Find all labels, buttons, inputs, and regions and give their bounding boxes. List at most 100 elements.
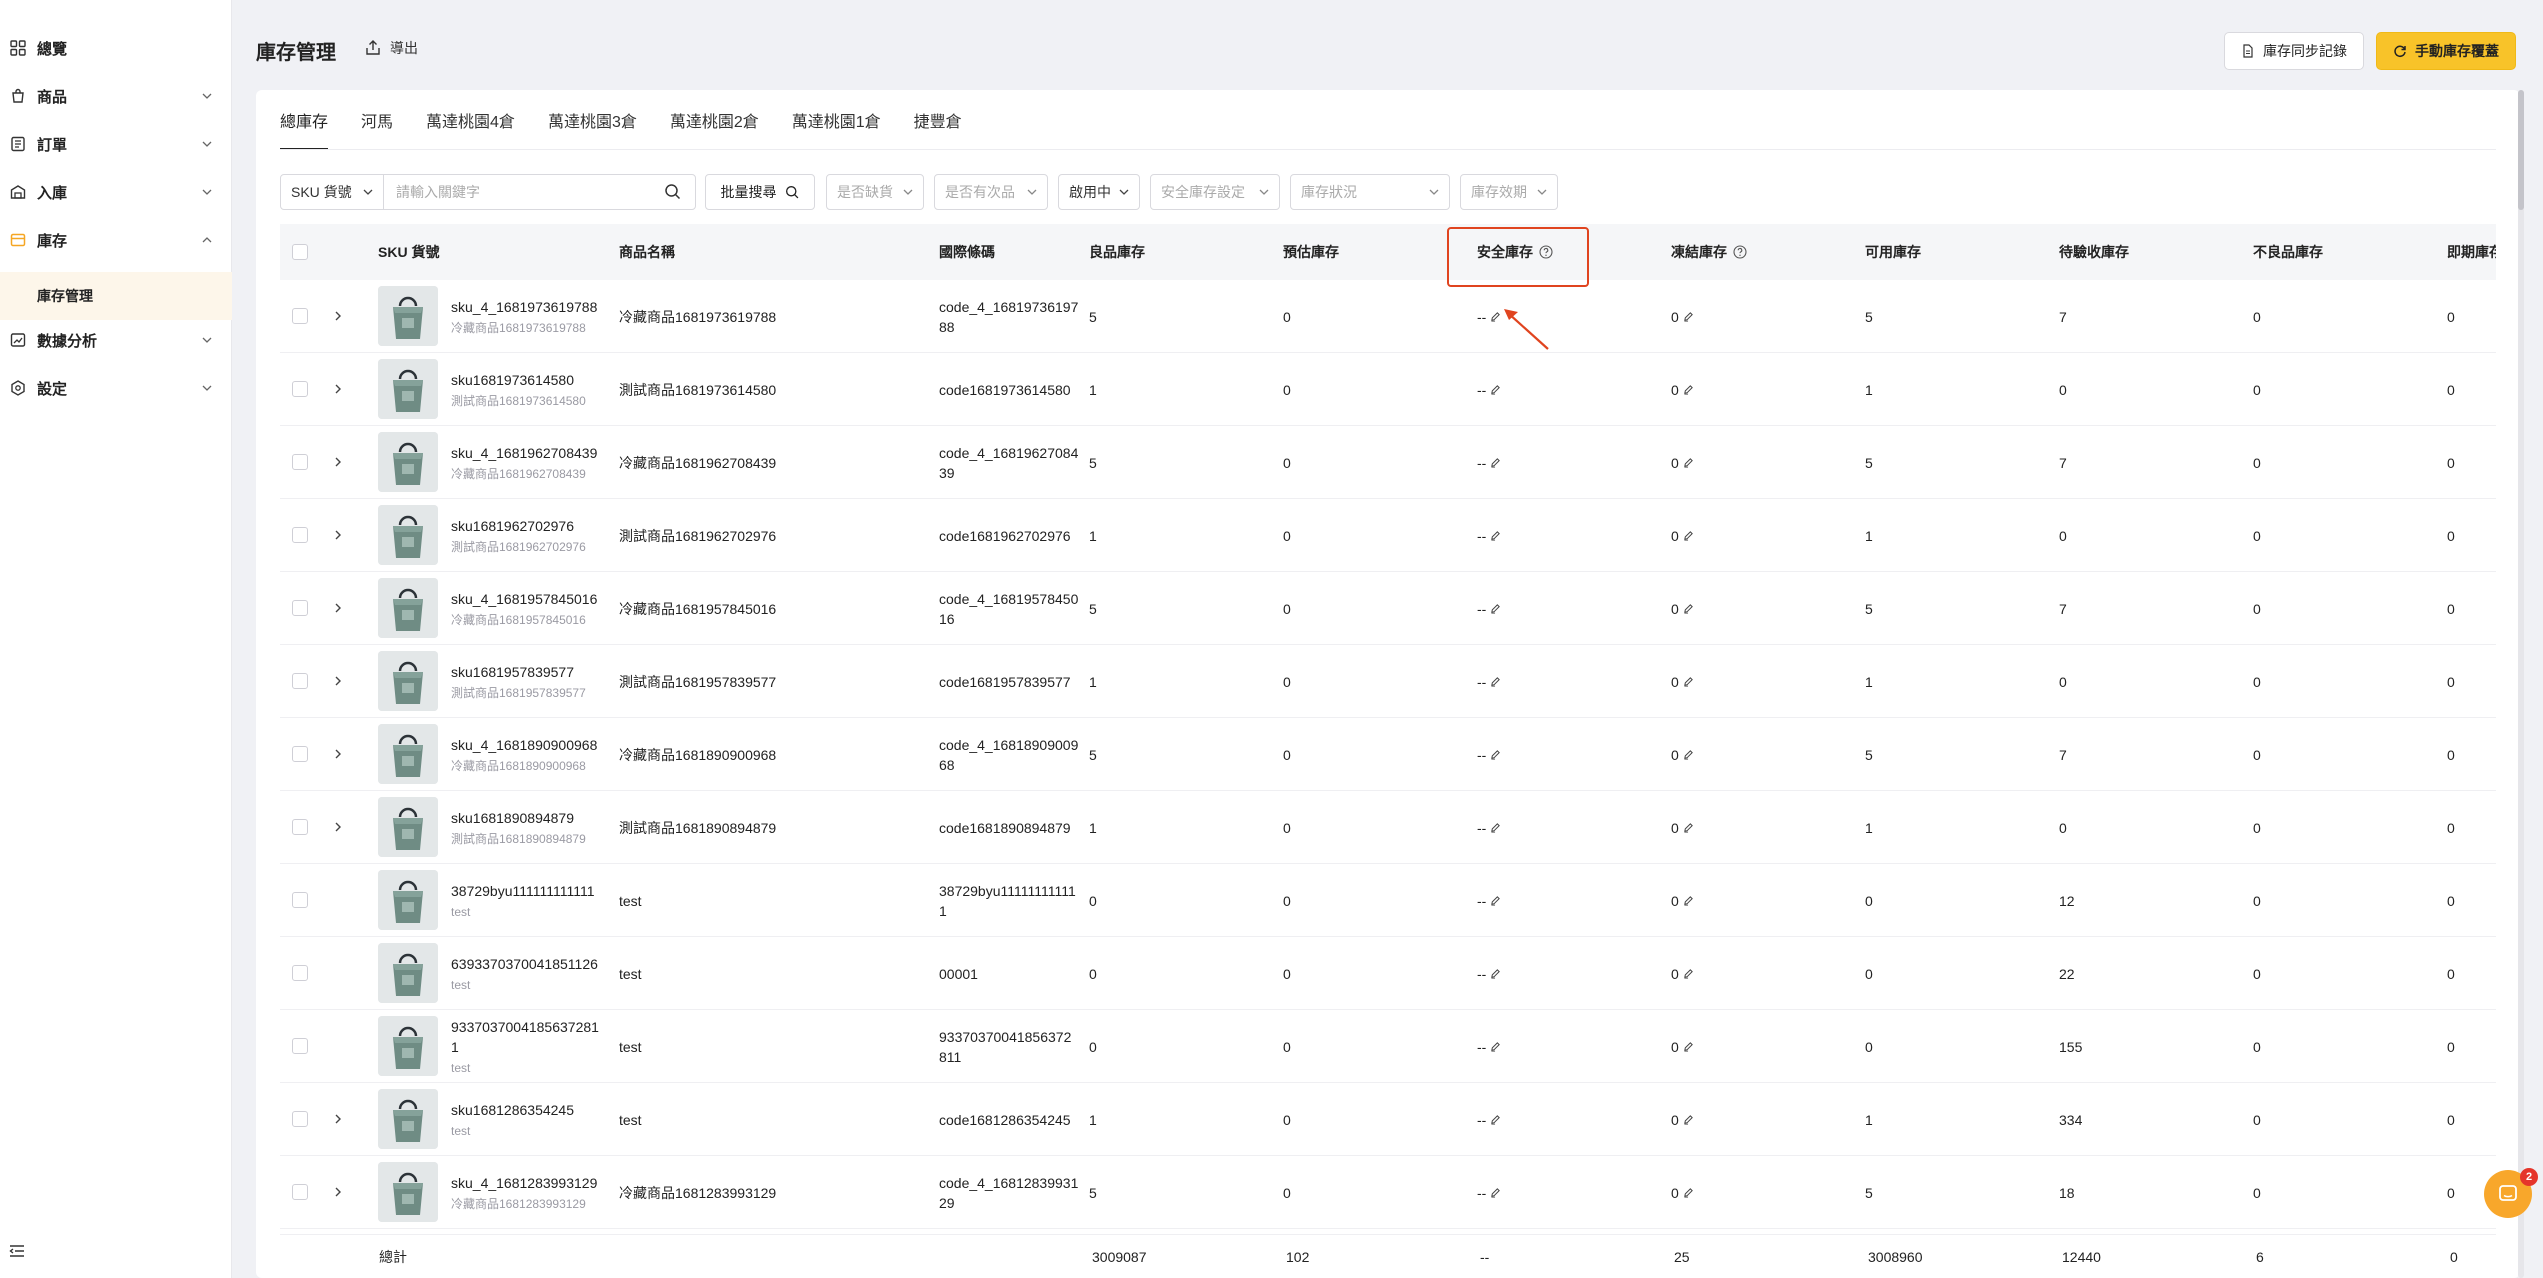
edit-pencil-icon[interactable]: [1683, 1187, 1694, 1198]
batch-search-button[interactable]: 批量搜尋: [705, 174, 815, 210]
edit-pencil-icon[interactable]: [1683, 530, 1694, 541]
edit-pencil-icon[interactable]: [1683, 895, 1694, 906]
table-row[interactable]: 38729byu111111111111 test test 38729byu1111…: [280, 864, 2496, 937]
safety-stock-value: --: [1477, 381, 1487, 398]
safety-stock-cell: --: [1477, 864, 1501, 937]
edit-pencil-icon[interactable]: [1683, 968, 1694, 979]
edit-pencil-icon[interactable]: [1683, 457, 1694, 468]
row-checkbox[interactable]: [292, 746, 308, 762]
row-checkbox[interactable]: [292, 1184, 308, 1200]
sidebar-item-analytics[interactable]: 數據分析: [0, 318, 232, 362]
menu-collapse-icon[interactable]: [8, 1242, 26, 1260]
select-all-checkbox[interactable]: [292, 244, 308, 260]
search-input[interactable]: [383, 174, 696, 210]
chevron-right-icon[interactable]: [332, 821, 344, 833]
tab-wanda-taoyuan-3[interactable]: 萬達桃園3倉: [548, 90, 637, 150]
sidebar-subitem-inventory-management[interactable]: 庫存管理: [0, 272, 232, 320]
chevron-right-icon[interactable]: [332, 529, 344, 541]
chevron-right-icon[interactable]: [332, 1113, 344, 1125]
table-row[interactable]: sku1681286354245 test test code168128635424…: [280, 1083, 2496, 1156]
table-row[interactable]: sku_4_1681973619788 冷藏商品1681973619788 冷藏商品…: [280, 280, 2496, 353]
tab-hippo[interactable]: 河馬: [361, 90, 393, 150]
safety-stock-filter[interactable]: 安全庫存設定: [1150, 174, 1280, 210]
help-circle-icon[interactable]: [1733, 245, 1747, 259]
shortage-filter[interactable]: 是否缺貨: [826, 174, 924, 210]
chevron-right-icon[interactable]: [332, 383, 344, 395]
row-checkbox[interactable]: [292, 600, 308, 616]
table-row[interactable]: sku1681973614580 測試商品1681973614580 測試商品168…: [280, 353, 2496, 426]
edit-pencil-icon[interactable]: [1490, 384, 1501, 395]
edit-pencil-icon[interactable]: [1490, 603, 1501, 614]
edit-pencil-icon[interactable]: [1683, 1041, 1694, 1052]
edit-pencil-icon[interactable]: [1490, 1114, 1501, 1125]
sidebar-item-overview[interactable]: 總覽: [0, 26, 232, 70]
sidebar-item-inbound[interactable]: 入庫: [0, 170, 232, 214]
table-row[interactable]: sku_4_1681957845016 冷藏商品1681957845016 冷藏商品…: [280, 572, 2496, 645]
table-row[interactable]: sku_4_1681890900968 冷藏商品1681890900968 冷藏商品…: [280, 718, 2496, 791]
chevron-right-icon[interactable]: [332, 1186, 344, 1198]
row-checkbox[interactable]: [292, 819, 308, 835]
edit-pencil-icon[interactable]: [1490, 676, 1501, 687]
row-checkbox[interactable]: [292, 1111, 308, 1127]
edit-pencil-icon[interactable]: [1683, 311, 1694, 322]
edit-pencil-icon[interactable]: [1490, 311, 1501, 322]
scrollbar-track[interactable]: [2518, 90, 2524, 1278]
edit-pencil-icon[interactable]: [1683, 603, 1694, 614]
table-row[interactable]: sku1681957839577 測試商品1681957839577 測試商品168…: [280, 645, 2496, 718]
edit-pencil-icon[interactable]: [1683, 749, 1694, 760]
sync-log-button[interactable]: 庫存同步記錄: [2224, 32, 2364, 70]
chevron-right-icon[interactable]: [332, 748, 344, 760]
sidebar-item-orders[interactable]: 訂單: [0, 122, 232, 166]
tab-jiefeng[interactable]: 捷豐倉: [914, 90, 962, 150]
sidebar-item-products[interactable]: 商品: [0, 74, 232, 118]
edit-pencil-icon[interactable]: [1683, 384, 1694, 395]
table-row[interactable]: 6393370370041851126 test test 00001 0 0 -- 0 0 22…: [280, 937, 2496, 1010]
chevron-right-icon[interactable]: [332, 456, 344, 468]
edit-pencil-icon[interactable]: [1490, 822, 1501, 833]
defective-filter[interactable]: 是否有次品: [934, 174, 1048, 210]
sku-field-select[interactable]: SKU 貨號: [280, 174, 384, 210]
table-row[interactable]: 93370370041856372811 test test 933703700418…: [280, 1010, 2496, 1083]
stock-status-filter[interactable]: 庫存狀況: [1290, 174, 1450, 210]
chevron-right-icon[interactable]: [332, 602, 344, 614]
expiry-filter[interactable]: 庫存效期: [1460, 174, 1558, 210]
table-row[interactable]: sku1681962702976 測試商品1681962702976 測試商品168…: [280, 499, 2496, 572]
row-checkbox[interactable]: [292, 673, 308, 689]
scrollbar-thumb[interactable]: [2518, 90, 2524, 210]
edit-pencil-icon[interactable]: [1490, 457, 1501, 468]
barcode-cell: code_4_1681973619788: [939, 298, 1079, 335]
row-checkbox[interactable]: [292, 308, 308, 324]
table-row[interactable]: sku_4_1681283993129 冷藏商品1681283993129 冷藏商品…: [280, 1156, 2496, 1229]
edit-pencil-icon[interactable]: [1490, 749, 1501, 760]
row-checkbox[interactable]: [292, 527, 308, 543]
edit-pencil-icon[interactable]: [1490, 968, 1501, 979]
search-icon[interactable]: [664, 183, 682, 201]
tab-wanda-taoyuan-4[interactable]: 萬達桃園4倉: [426, 90, 515, 150]
row-checkbox[interactable]: [292, 965, 308, 981]
help-circle-icon[interactable]: [1539, 245, 1553, 259]
edit-pencil-icon[interactable]: [1490, 1187, 1501, 1198]
tab-wanda-taoyuan-2[interactable]: 萬達桃園2倉: [670, 90, 759, 150]
table-row[interactable]: sku1681890894879 測試商品1681890894879 測試商品168…: [280, 791, 2496, 864]
status-filter[interactable]: 啟用中: [1058, 174, 1140, 210]
row-checkbox[interactable]: [292, 381, 308, 397]
tab-wanda-taoyuan-1[interactable]: 萬達桃園1倉: [792, 90, 881, 150]
row-checkbox[interactable]: [292, 892, 308, 908]
chevron-right-icon[interactable]: [332, 675, 344, 687]
edit-pencil-icon[interactable]: [1490, 895, 1501, 906]
export-button[interactable]: 導出: [364, 38, 418, 58]
row-checkbox[interactable]: [292, 454, 308, 470]
manual-override-button[interactable]: 手動庫存覆蓋: [2376, 32, 2516, 70]
sidebar-item-inventory[interactable]: 庫存: [0, 218, 232, 262]
refresh-icon: [2394, 45, 2406, 58]
table-row[interactable]: sku_4_1681962708439 冷藏商品1681962708439 冷藏商品…: [280, 426, 2496, 499]
edit-pencil-icon[interactable]: [1683, 1114, 1694, 1125]
row-checkbox[interactable]: [292, 1038, 308, 1054]
tab-total-inventory[interactable]: 總庫存: [280, 90, 329, 150]
edit-pencil-icon[interactable]: [1683, 676, 1694, 687]
chevron-right-icon[interactable]: [332, 310, 344, 322]
edit-pencil-icon[interactable]: [1490, 1041, 1501, 1052]
edit-pencil-icon[interactable]: [1683, 822, 1694, 833]
edit-pencil-icon[interactable]: [1490, 530, 1501, 541]
sidebar-item-settings[interactable]: 設定: [0, 366, 232, 410]
